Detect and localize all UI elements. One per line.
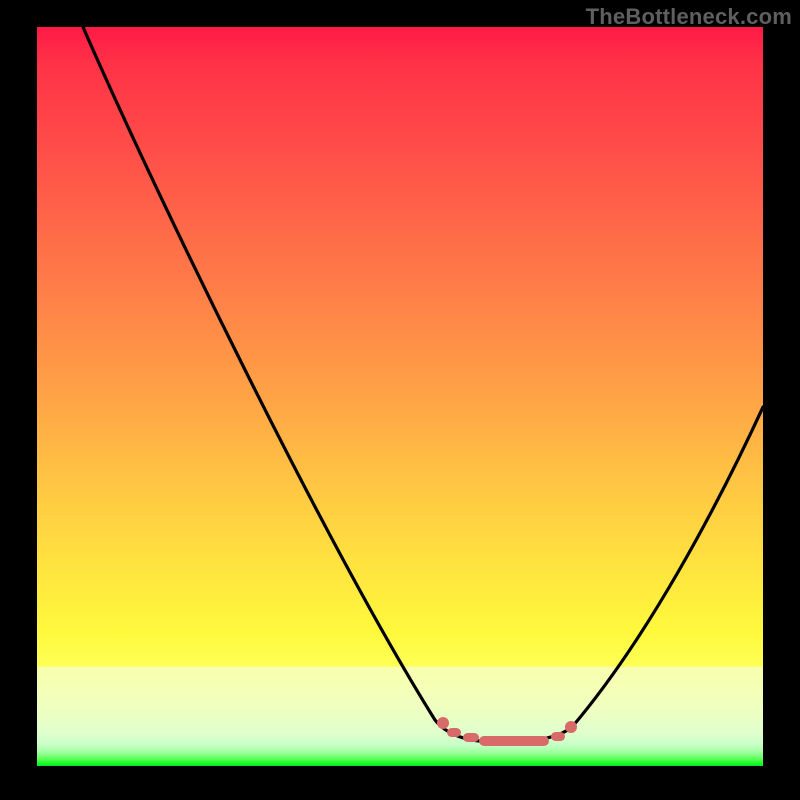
bottleneck-curve <box>37 27 763 766</box>
plot-area <box>37 27 763 766</box>
chart-root: TheBottleneck.com <box>0 0 800 800</box>
attribution-label: TheBottleneck.com <box>586 4 792 30</box>
